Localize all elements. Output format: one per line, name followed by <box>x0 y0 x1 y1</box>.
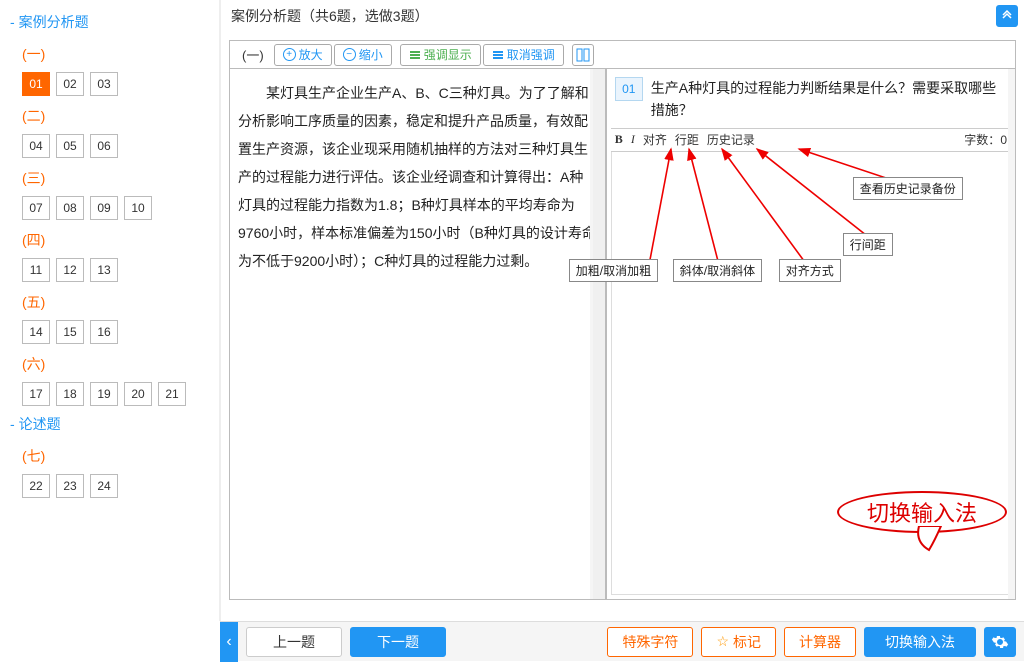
section-title[interactable]: - 论述题 <box>10 410 209 440</box>
ime-switch-button[interactable]: 切换输入法 <box>864 627 976 657</box>
question-nav-10[interactable]: 10 <box>124 196 152 220</box>
gear-icon <box>991 633 1009 651</box>
scrollbar-left[interactable] <box>590 69 602 599</box>
calculator-button[interactable]: 计算器 <box>784 627 856 657</box>
panels: 某灯具生产企业生产A、B、C三种灯具。为了了解和分析影响工序质量的因素，稳定和提… <box>230 69 1015 599</box>
align-button[interactable]: 对齐 <box>643 131 667 148</box>
collapse-up-button[interactable] <box>996 5 1018 27</box>
main-panel: 案例分析题（共6题，选做3题） (一) +放大 −缩小 强调显示 取消强调 <box>220 0 1024 621</box>
sidebar: - 案例分析题(一)010203(二)040506(三)07080910(四)1… <box>0 0 220 621</box>
question-nav-15[interactable]: 15 <box>56 320 84 344</box>
question-row: 01 生产A种灯具的过程能力判断结果是什么？需要采取哪些措施？ <box>607 69 1015 128</box>
subgroup-label: (二) <box>10 100 209 132</box>
history-button[interactable]: 历史记录 <box>707 131 755 148</box>
wordcount: 字数：0 <box>964 131 1007 148</box>
question-nav-22[interactable]: 22 <box>22 474 50 498</box>
question-nav-02[interactable]: 02 <box>56 72 84 96</box>
question-nav-11[interactable]: 11 <box>22 258 50 282</box>
special-char-button[interactable]: 特殊字符 <box>607 627 693 657</box>
question-nav-23[interactable]: 23 <box>56 474 84 498</box>
question-nav-21[interactable]: 21 <box>158 382 186 406</box>
prev-button[interactable]: 上一题 <box>246 627 342 657</box>
footer: ‹ 上一题 下一题 特殊字符 ☆标记 计算器 切换输入法 <box>220 621 1024 661</box>
group-label: (一) <box>234 45 272 64</box>
question-nav-01[interactable]: 01 <box>22 72 50 96</box>
subgroup-label: (五) <box>10 286 209 318</box>
section-title[interactable]: - 案例分析题 <box>10 8 209 38</box>
question-nav-16[interactable]: 16 <box>90 320 118 344</box>
subgroup-label: (三) <box>10 162 209 194</box>
question-nav-03[interactable]: 03 <box>90 72 118 96</box>
question-text: 生产A种灯具的过程能力判断结果是什么？需要采取哪些措施？ <box>651 77 1007 122</box>
subgroup-label: (一) <box>10 38 209 70</box>
question-nav-08[interactable]: 08 <box>56 196 84 220</box>
linespace-button[interactable]: 行距 <box>675 131 699 148</box>
question-number-badge: 01 <box>615 77 643 101</box>
question-nav-07[interactable]: 07 <box>22 196 50 220</box>
question-nav-04[interactable]: 04 <box>22 134 50 158</box>
question-nav-14[interactable]: 14 <box>22 320 50 344</box>
question-nav-13[interactable]: 13 <box>90 258 118 282</box>
settings-button[interactable] <box>984 627 1016 657</box>
toolbar: (一) +放大 −缩小 强调显示 取消强调 <box>230 41 1015 69</box>
passage-text: 某灯具生产企业生产A、B、C三种灯具。为了了解和分析影响工序质量的因素，稳定和提… <box>238 79 597 275</box>
question-nav-24[interactable]: 24 <box>90 474 118 498</box>
content-frame: (一) +放大 −缩小 强调显示 取消强调 某灯具生产企业 <box>229 40 1016 600</box>
italic-button[interactable]: I <box>631 132 635 147</box>
question-nav-06[interactable]: 06 <box>90 134 118 158</box>
zoom-in-button[interactable]: +放大 <box>274 44 332 66</box>
question-nav-20[interactable]: 20 <box>124 382 152 406</box>
subgroup-label: (四) <box>10 224 209 256</box>
answer-editor[interactable] <box>611 152 1011 595</box>
subgroup-label: (七) <box>10 440 209 472</box>
zoom-out-button[interactable]: −缩小 <box>334 44 392 66</box>
question-nav-09[interactable]: 09 <box>90 196 118 220</box>
question-nav-05[interactable]: 05 <box>56 134 84 158</box>
passage-panel[interactable]: 某灯具生产企业生产A、B、C三种灯具。为了了解和分析影响工序质量的因素，稳定和提… <box>230 69 607 599</box>
highlight-button[interactable]: 强调显示 <box>400 44 481 66</box>
question-nav-18[interactable]: 18 <box>56 382 84 406</box>
star-icon: ☆ <box>716 633 729 650</box>
scrollbar-right[interactable] <box>1008 69 1015 599</box>
unhighlight-button[interactable]: 取消强调 <box>483 44 564 66</box>
question-nav-19[interactable]: 19 <box>90 382 118 406</box>
footer-collapse-handle[interactable]: ‹ <box>220 622 238 662</box>
bold-button[interactable]: B <box>615 132 623 147</box>
main-header: 案例分析题（共6题，选做3题） <box>221 0 1024 32</box>
main-title: 案例分析题（共6题，选做3题） <box>231 0 429 32</box>
answer-panel: 01 生产A种灯具的过程能力判断结果是什么？需要采取哪些措施？ B I 对齐 行… <box>607 69 1015 599</box>
split-view-button[interactable] <box>572 44 594 66</box>
question-nav-12[interactable]: 12 <box>56 258 84 282</box>
editor-toolbar: B I 对齐 行距 历史记录 字数：0 <box>611 128 1011 152</box>
mark-button[interactable]: ☆标记 <box>701 627 776 657</box>
subgroup-label: (六) <box>10 348 209 380</box>
next-button[interactable]: 下一题 <box>350 627 446 657</box>
question-nav-17[interactable]: 17 <box>22 382 50 406</box>
